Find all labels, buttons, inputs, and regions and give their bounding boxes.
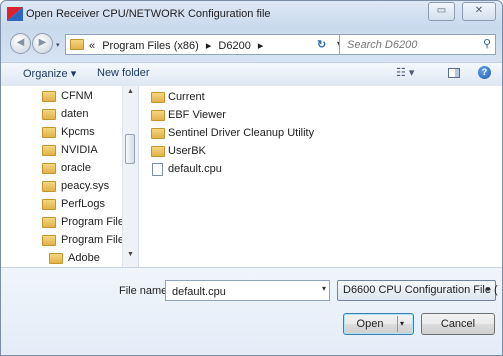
folder-icon — [151, 110, 165, 121]
item-label: Sentinel Driver Cleanup Utility — [168, 127, 315, 139]
window-title: Open Receiver CPU/NETWORK Configuration … — [26, 8, 271, 20]
nav-item-label: Kpcms — [61, 126, 95, 138]
title-bar: Open Receiver CPU/NETWORK Configuration … — [1, 1, 502, 27]
recent-locations-dropdown[interactable]: ▾ — [56, 41, 60, 49]
folder-icon — [151, 92, 165, 103]
views-icon[interactable]: ☷ ▾ — [396, 66, 414, 79]
chevron-right-icon[interactable]: ▸ — [206, 40, 212, 52]
breadcrumb-d6200[interactable]: D6200 — [218, 40, 250, 52]
chevron-down-icon: ▾ — [485, 285, 490, 294]
folder-icon — [49, 253, 63, 264]
close-icon: ✕ — [474, 5, 484, 16]
folder-icon — [70, 39, 84, 50]
chevron-right-icon[interactable]: ▸ — [258, 40, 264, 52]
organize-button[interactable]: Organize ▾ — [23, 67, 76, 80]
command-bar: Organize ▾ New folder ☷ ▾ ? — [1, 62, 502, 87]
item-label: default.cpu — [168, 163, 222, 175]
back-button[interactable]: ◀ — [10, 33, 31, 54]
file-icon — [152, 163, 163, 176]
nav-item-label: peacy.sys — [61, 180, 110, 192]
cancel-button[interactable]: Cancel — [421, 313, 495, 335]
chevron-down-icon[interactable]: ▾ — [400, 319, 404, 328]
folder-icon — [42, 91, 56, 102]
back-arrow-icon: ◀ — [16, 37, 25, 48]
folder-icon — [42, 127, 56, 138]
item-label: UserBK — [168, 145, 206, 157]
item-label: Current — [168, 91, 205, 103]
address-row: ◀ ▶ ▾ « Program Files (x86) ▸ D6200 ▸ ▾ … — [1, 28, 502, 62]
restore-button[interactable]: ▭ — [428, 2, 455, 21]
open-button-label: Open — [356, 318, 384, 330]
nav-item-label: Adobe — [68, 252, 100, 264]
app-icon — [7, 7, 23, 21]
search-icon[interactable]: ⚲ — [483, 37, 491, 50]
nav-scrollbar[interactable]: ▲ ▼ — [122, 86, 138, 267]
breadcrumb: « Program Files (x86) ▸ D6200 ▸ — [89, 39, 267, 52]
navigation-pane: CFNM daten Kpcms NVIDIA oracle peacy.sys… — [1, 86, 139, 267]
file-name-input[interactable] — [170, 283, 314, 300]
folder-icon — [151, 146, 165, 157]
new-folder-button[interactable]: New folder — [97, 67, 150, 79]
help-icon[interactable]: ? — [478, 66, 491, 79]
nav-item-label: daten — [61, 108, 89, 120]
nav-item-label: Program Files — [61, 216, 130, 228]
dialog-footer: File name: ▾ D6600 CPU Configuration Fil… — [1, 267, 502, 355]
scroll-up-icon[interactable]: ▲ — [123, 88, 138, 102]
search-box: ⚲ — [339, 34, 496, 55]
folder-icon — [42, 217, 56, 228]
file-type-value: D6600 CPU Configuration File ( — [343, 284, 498, 296]
chevron-down-icon[interactable]: ▾ — [322, 284, 326, 293]
file-name-combobox: ▾ — [165, 280, 330, 301]
nav-item-label: NVIDIA — [61, 144, 98, 156]
refresh-icon[interactable]: ↻ — [317, 38, 326, 51]
forward-button[interactable]: ▶ — [32, 33, 53, 54]
forward-arrow-icon: ▶ — [38, 37, 47, 48]
folder-icon — [42, 181, 56, 192]
scroll-thumb[interactable] — [125, 134, 135, 164]
cancel-button-label: Cancel — [440, 318, 476, 330]
file-type-select[interactable]: D6600 CPU Configuration File ( ▾ — [337, 280, 498, 301]
folder-icon — [42, 235, 56, 246]
file-name-label: File name: — [119, 285, 171, 297]
folder-icon — [42, 199, 56, 210]
breadcrumb-program-files-x86[interactable]: Program Files (x86) — [102, 40, 199, 52]
open-file-dialog: Open Receiver CPU/NETWORK Configuration … — [0, 0, 503, 356]
nav-item-label: oracle — [61, 162, 91, 174]
folder-icon — [42, 109, 56, 120]
file-list: Current EBF Viewer Sentinel Driver Clean… — [139, 86, 502, 267]
preview-pane-icon[interactable] — [448, 68, 460, 78]
address-bar[interactable]: « Program Files (x86) ▸ D6200 ▸ ▾ — [65, 34, 355, 55]
nav-item-label: PerfLogs — [61, 198, 106, 210]
close-button[interactable]: ✕ — [462, 2, 496, 21]
scroll-down-icon[interactable]: ▼ — [123, 251, 138, 265]
item-label: EBF Viewer — [168, 109, 226, 121]
breadcrumb-overflow[interactable]: « — [89, 40, 95, 52]
folder-icon — [151, 128, 165, 139]
folder-icon — [42, 145, 56, 156]
restore-icon: ▭ — [436, 5, 447, 16]
search-input[interactable] — [345, 36, 469, 54]
nav-item-label: CFNM — [61, 90, 93, 102]
folder-icon — [42, 163, 56, 174]
split-divider — [397, 316, 398, 332]
open-button[interactable]: Open ▾ — [343, 313, 414, 335]
